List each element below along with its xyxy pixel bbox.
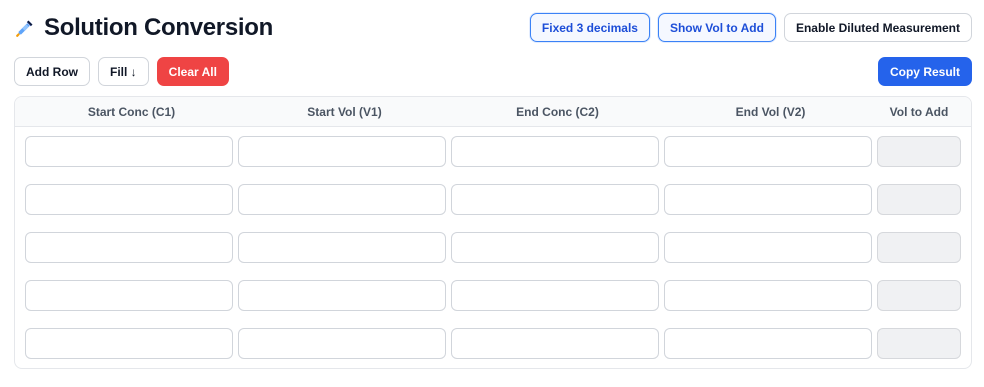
end-conc-input[interactable] <box>451 279 659 311</box>
enable-diluted-measurement-toggle[interactable]: Enable Diluted Measurement <box>783 13 972 42</box>
start-conc-input[interactable] <box>25 183 233 215</box>
start-conc-input[interactable] <box>25 231 233 263</box>
table-row <box>15 127 971 175</box>
table-row <box>15 223 971 271</box>
column-header-end-vol: End Vol (V2) <box>735 104 806 119</box>
conversion-table: Start Conc (C1) Start Vol (V1) End Conc … <box>14 96 972 369</box>
mode-toggles: Fixed 3 decimals Show Vol to Add Enable … <box>529 13 972 42</box>
start-vol-input[interactable] <box>238 183 446 215</box>
vol-to-add-output <box>877 183 961 215</box>
start-vol-input[interactable] <box>238 327 446 359</box>
end-conc-input[interactable] <box>451 183 659 215</box>
add-row-button[interactable]: Add Row <box>14 57 90 86</box>
title-group: Solution Conversion <box>14 14 273 42</box>
copy-result-button[interactable]: Copy Result <box>877 57 972 86</box>
fill-down-button[interactable]: Fill ↓ <box>98 57 149 86</box>
column-header-start-vol: Start Vol (V1) <box>307 104 382 119</box>
page-title: Solution Conversion <box>44 14 273 41</box>
result-actions: Copy Result <box>877 57 972 86</box>
vol-to-add-output <box>877 327 961 359</box>
end-conc-input[interactable] <box>451 327 659 359</box>
dropper-icon <box>14 17 36 39</box>
toolbar: Add Row Fill ↓ Clear All Copy Result <box>14 57 972 86</box>
table-row <box>15 319 971 367</box>
start-vol-input[interactable] <box>238 231 446 263</box>
row-actions: Add Row Fill ↓ Clear All <box>14 57 229 86</box>
start-conc-input[interactable] <box>25 135 233 167</box>
header: Solution Conversion Fixed 3 decimals Sho… <box>14 10 972 46</box>
end-vol-input[interactable] <box>664 183 872 215</box>
end-vol-input[interactable] <box>664 135 872 167</box>
start-conc-input[interactable] <box>25 279 233 311</box>
start-conc-input[interactable] <box>25 327 233 359</box>
show-vol-to-add-toggle[interactable]: Show Vol to Add <box>657 13 776 42</box>
table-row <box>15 271 971 319</box>
vol-to-add-output <box>877 135 961 167</box>
start-vol-input[interactable] <box>238 135 446 167</box>
start-vol-input[interactable] <box>238 279 446 311</box>
vol-to-add-output <box>877 279 961 311</box>
clear-all-button[interactable]: Clear All <box>156 57 229 86</box>
table-header: Start Conc (C1) Start Vol (V1) End Conc … <box>15 97 971 127</box>
fixed-decimals-toggle[interactable]: Fixed 3 decimals <box>529 13 650 42</box>
end-vol-input[interactable] <box>664 231 872 263</box>
column-header-start-conc: Start Conc (C1) <box>87 104 176 119</box>
column-header-vol-to-add: Vol to Add <box>889 104 949 119</box>
vol-to-add-output <box>877 231 961 263</box>
end-vol-input[interactable] <box>664 327 872 359</box>
end-conc-input[interactable] <box>451 135 659 167</box>
table-row <box>15 175 971 223</box>
column-header-end-conc: End Conc (C2) <box>516 104 599 119</box>
end-vol-input[interactable] <box>664 279 872 311</box>
end-conc-input[interactable] <box>451 231 659 263</box>
